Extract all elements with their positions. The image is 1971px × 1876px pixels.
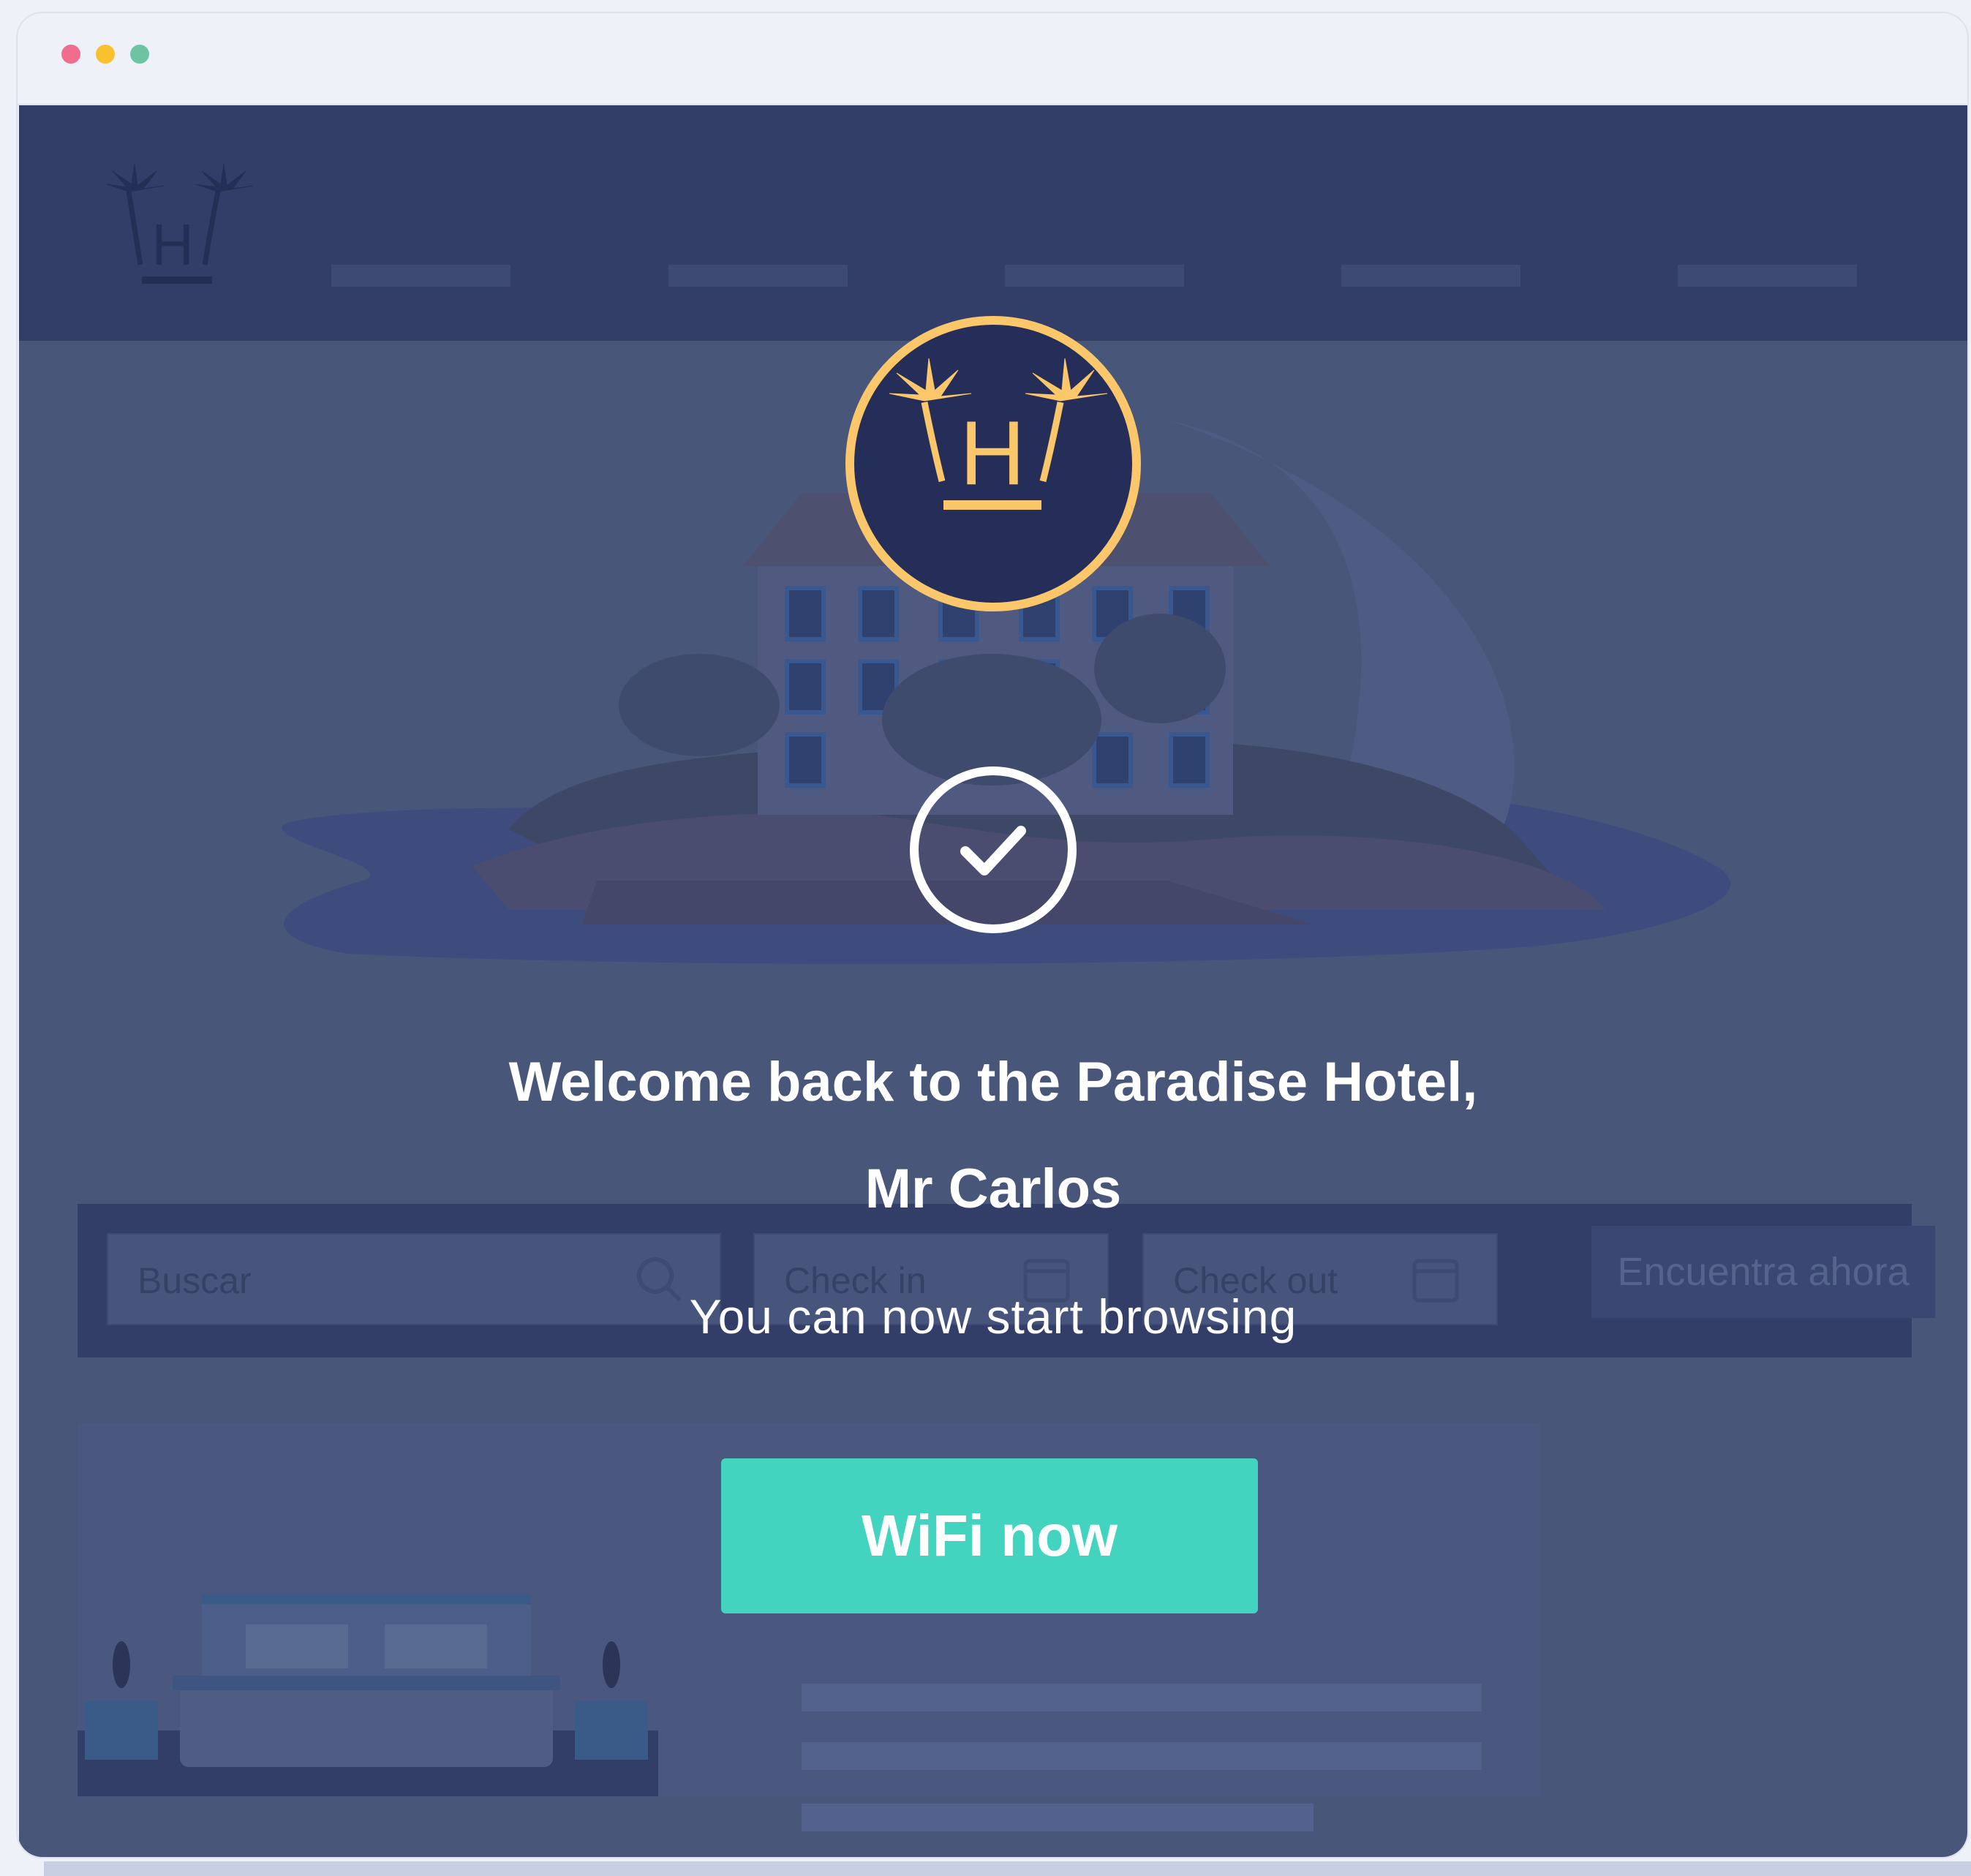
hotel-logo-badge-icon: H xyxy=(845,316,1141,611)
nav-item-2[interactable] xyxy=(668,265,848,287)
room-text-line-3 xyxy=(802,1804,1314,1831)
browser-window: H Buscar Check in Check out Encuentra ah… xyxy=(16,12,1969,1858)
site-header: H xyxy=(19,105,1967,341)
svg-text:H: H xyxy=(151,212,194,277)
page-viewport: H Buscar Check in Check out Encuentra ah… xyxy=(19,105,1967,1857)
room-text-line-2 xyxy=(802,1742,1482,1770)
nav-item-3[interactable] xyxy=(1005,265,1184,287)
svg-text:H: H xyxy=(960,403,1025,504)
wifi-now-button[interactable]: WiFi now xyxy=(721,1458,1258,1613)
site-logo-icon: H xyxy=(106,163,254,284)
nav-item-5[interactable] xyxy=(1678,265,1857,287)
close-dot[interactable] xyxy=(61,45,80,64)
minimize-dot[interactable] xyxy=(96,45,115,64)
welcome-title: Welcome back to the Paradise Hotel, xyxy=(508,1051,1478,1113)
window-titlebar xyxy=(18,13,1967,105)
nav-item-1[interactable] xyxy=(331,265,510,287)
nav-item-4[interactable] xyxy=(1341,265,1520,287)
success-check-icon xyxy=(910,766,1077,933)
find-now-label: Encuentra ahora xyxy=(1617,1250,1910,1294)
window-shadow xyxy=(44,1861,1971,1876)
maximize-dot[interactable] xyxy=(130,45,149,64)
guest-name: Mr Carlos xyxy=(864,1158,1122,1220)
bedroom-illustration xyxy=(78,1594,658,1796)
room-text-line-1 xyxy=(802,1684,1482,1711)
browsing-message: You can now start browsing xyxy=(689,1289,1297,1344)
